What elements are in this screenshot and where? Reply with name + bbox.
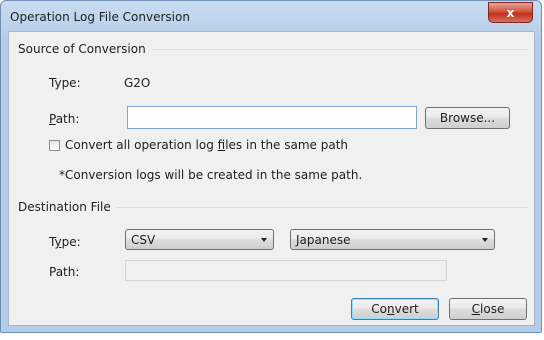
destination-path-label: Path: [49,265,80,279]
destination-group-divider [105,207,528,208]
convert-all-label[interactable]: Convert all operation log files in the s… [65,138,348,152]
destination-group-title: Destination File [18,200,117,214]
source-type-label: Type: [49,76,81,90]
close-button[interactable]: Close [449,298,527,320]
convert-all-checkbox[interactable] [49,140,60,151]
browse-button[interactable]: Browse... [425,107,510,129]
dialog-window: Operation Log File Conversion x Source o… [0,0,542,333]
source-path-label: Path: [49,112,80,126]
source-group-divider [135,49,528,50]
chevron-down-icon [482,238,488,242]
source-path-input[interactable] [127,106,417,129]
language-value: Japanese [296,233,351,247]
close-window-button[interactable]: x [488,2,533,23]
chevron-down-icon [261,238,267,242]
conversion-note: *Conversion logs will be created in the … [59,168,363,182]
dialog-body: Source of Conversion Type: G2O Path: Bro… [8,31,535,326]
file-type-select[interactable]: CSV [125,229,274,250]
convert-button[interactable]: Co n vert [351,298,439,320]
language-select[interactable]: Japanese [290,229,495,250]
destination-path-input [125,260,447,281]
file-type-value: CSV [131,233,156,247]
window-title: Operation Log File Conversion [10,10,190,24]
close-icon: x [506,5,515,20]
source-group-title: Source of Conversion [18,42,152,56]
source-type-value: G2O [124,76,151,90]
destination-type-label: Type: [49,235,81,249]
